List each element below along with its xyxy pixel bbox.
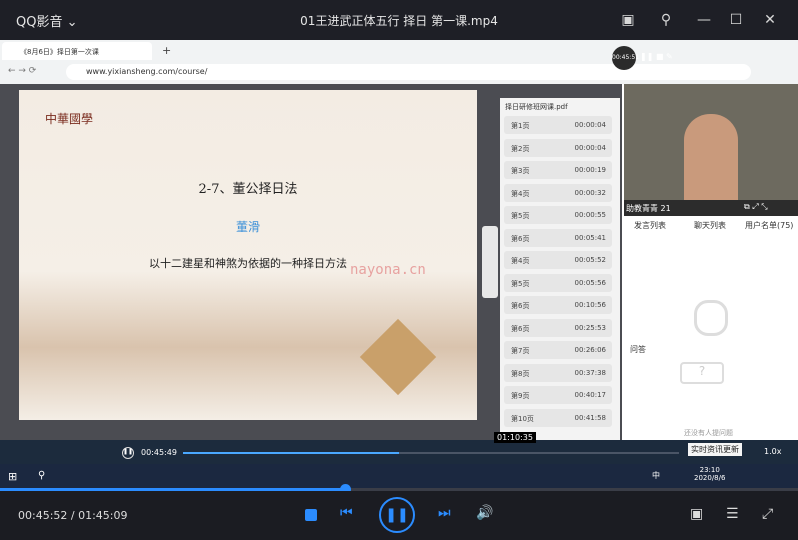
volume-button[interactable]: 🔊 bbox=[476, 505, 493, 521]
news-badge[interactable]: 实时资讯更新 bbox=[688, 443, 742, 456]
teacher-figure bbox=[684, 114, 738, 200]
address-bar[interactable]: www.yixiansheng.com/course/ bbox=[66, 64, 751, 80]
page-time: 00:00:19 bbox=[574, 166, 606, 174]
page-row[interactable]: 第6页 00:25:53 bbox=[504, 318, 612, 337]
page-row[interactable]: 第9页 00:40:17 bbox=[504, 386, 612, 404]
hover-time-tooltip: 01:10:35 bbox=[494, 432, 536, 443]
page-time: 00:05:56 bbox=[574, 278, 606, 287]
settings-button[interactable]: ☰ bbox=[726, 506, 739, 522]
new-tab-icon[interactable]: + bbox=[162, 44, 171, 57]
watermark: nayona.cn bbox=[350, 262, 426, 278]
video-bar: 助教青青 21 ⧉ ⤢ ⤡ bbox=[624, 200, 798, 216]
page-number: 第5页 bbox=[511, 279, 530, 288]
page-row[interactable]: 第10页 00:41:58 bbox=[504, 408, 612, 427]
panel-toggle[interactable] bbox=[482, 226, 498, 298]
page-row[interactable]: 第8页 00:37:38 bbox=[504, 363, 612, 382]
no-question-text: 还没有人提问题 bbox=[684, 429, 733, 437]
page-time: 00:00:04 bbox=[574, 121, 606, 129]
slide: 中華國學 2-7、董公择日法 董滑 以十二建星和神煞为依据的一种择日方法 bbox=[19, 90, 477, 420]
page-time: 00:25:53 bbox=[574, 323, 606, 332]
page-time: 00:00:55 bbox=[574, 211, 606, 219]
start-icon[interactable]: ⊞ bbox=[8, 470, 17, 483]
tab-chat[interactable]: 聊天列表 bbox=[694, 220, 726, 231]
page-number: 第4页 bbox=[511, 257, 530, 265]
previous-button[interactable]: ⏮ bbox=[340, 505, 353, 521]
page-time: 00:00:04 bbox=[574, 143, 606, 152]
page-time: 00:05:52 bbox=[574, 256, 606, 264]
play-pause-button[interactable]: ❚❚ bbox=[379, 497, 415, 533]
page-time: 00:10:56 bbox=[574, 301, 606, 309]
page-row[interactable]: 第6页 00:10:56 bbox=[504, 296, 612, 314]
maximize-icon[interactable]: ☐ bbox=[726, 10, 746, 30]
teacher-video bbox=[624, 84, 798, 200]
slide-title: 2-7、董公择日法 bbox=[198, 182, 298, 197]
clock: 23:10 2020/8/6 bbox=[694, 466, 726, 482]
page-time: 00:37:38 bbox=[574, 368, 606, 377]
screenshot-button[interactable]: ▣ bbox=[690, 506, 703, 522]
page-number: 第2页 bbox=[511, 144, 530, 153]
page-number: 第3页 bbox=[511, 167, 530, 175]
file-title: 01王进武正体五行 择日 第一课.mp4 bbox=[300, 14, 498, 28]
speed-button[interactable]: 1.0x bbox=[764, 447, 781, 456]
tab-speakers[interactable]: 发言列表 bbox=[634, 220, 666, 231]
page-number: 第5页 bbox=[511, 212, 530, 220]
page-row[interactable]: 第7页 00:26:06 bbox=[504, 341, 612, 359]
page-time: 00:26:06 bbox=[574, 346, 606, 354]
page-number: 第10页 bbox=[511, 414, 534, 423]
video-controls-icon[interactable]: ⧉ ⤢ ⤡ bbox=[744, 202, 768, 212]
page-number: 第8页 bbox=[511, 369, 530, 378]
page-time: 00:40:17 bbox=[574, 391, 606, 399]
page-row[interactable]: 第5页 00:00:55 bbox=[504, 206, 612, 224]
windows-taskbar bbox=[0, 464, 798, 490]
page-time: 00:41:58 bbox=[574, 413, 606, 422]
live-timer: 00:45:51 bbox=[612, 46, 639, 70]
time-display: 00:45:52 / 01:45:09 bbox=[18, 509, 128, 522]
page-row[interactable]: 第5页 00:05:56 bbox=[504, 273, 612, 292]
page-number: 第4页 bbox=[511, 189, 530, 198]
page-time: 00:00:32 bbox=[574, 188, 606, 197]
pdf-name: 择日研修班网课.pdf bbox=[505, 103, 568, 111]
live-controls[interactable]: ❚❚ ■ ✎ bbox=[640, 52, 673, 61]
page-row[interactable]: 第4页 00:00:32 bbox=[504, 183, 612, 202]
slide-logo: 中華國學 bbox=[45, 112, 94, 126]
page-row[interactable]: 第3页 00:00:19 bbox=[504, 161, 612, 179]
browser-tab[interactable]: 《8月6日》择日第一次课 bbox=[2, 42, 152, 60]
tab-users[interactable]: 用户名单(75) bbox=[745, 220, 793, 231]
question-icon: ? bbox=[680, 362, 724, 384]
slide-subtitle: 董滑 bbox=[235, 220, 260, 234]
pause-icon[interactable]: ❚❚ bbox=[122, 447, 134, 459]
web-player-time: 00:45:49 bbox=[141, 448, 177, 457]
back-icon[interactable]: ← → ⟳ bbox=[8, 66, 36, 76]
microphone-icon bbox=[694, 300, 728, 336]
next-button[interactable]: ⏭ bbox=[438, 505, 451, 521]
page-row[interactable]: 第4页 00:05:52 bbox=[504, 251, 612, 269]
page-row[interactable]: 第1页 00:00:04 bbox=[504, 116, 612, 134]
page-number: 第9页 bbox=[511, 392, 530, 400]
page-number: 第1页 bbox=[511, 122, 530, 130]
qa-label[interactable]: 问答 bbox=[630, 344, 646, 355]
close-icon[interactable]: ✕ bbox=[760, 10, 780, 30]
screenshot-icon[interactable]: ▣ bbox=[618, 10, 638, 30]
page-number: 第6页 bbox=[511, 234, 530, 243]
page-row[interactable]: 第2页 00:00:04 bbox=[504, 138, 612, 157]
page-time: 00:05:41 bbox=[574, 233, 606, 242]
minimize-icon[interactable]: — bbox=[694, 10, 714, 30]
page-row[interactable]: 第6页 00:05:41 bbox=[504, 228, 612, 247]
search-icon[interactable]: ⚲ bbox=[38, 470, 45, 481]
luopan-image bbox=[359, 318, 437, 396]
ime-indicator[interactable]: 中 bbox=[652, 470, 660, 481]
fullscreen-button[interactable]: ⤢ bbox=[762, 506, 773, 522]
stop-button[interactable] bbox=[305, 509, 317, 521]
web-progress-fill bbox=[183, 452, 399, 454]
page-number: 第7页 bbox=[511, 347, 530, 355]
pin-icon[interactable]: ⚲ bbox=[656, 10, 676, 30]
page-number: 第6页 bbox=[511, 302, 530, 310]
page-number: 第6页 bbox=[511, 324, 530, 333]
host-name: 助教青青 21 bbox=[626, 204, 671, 213]
